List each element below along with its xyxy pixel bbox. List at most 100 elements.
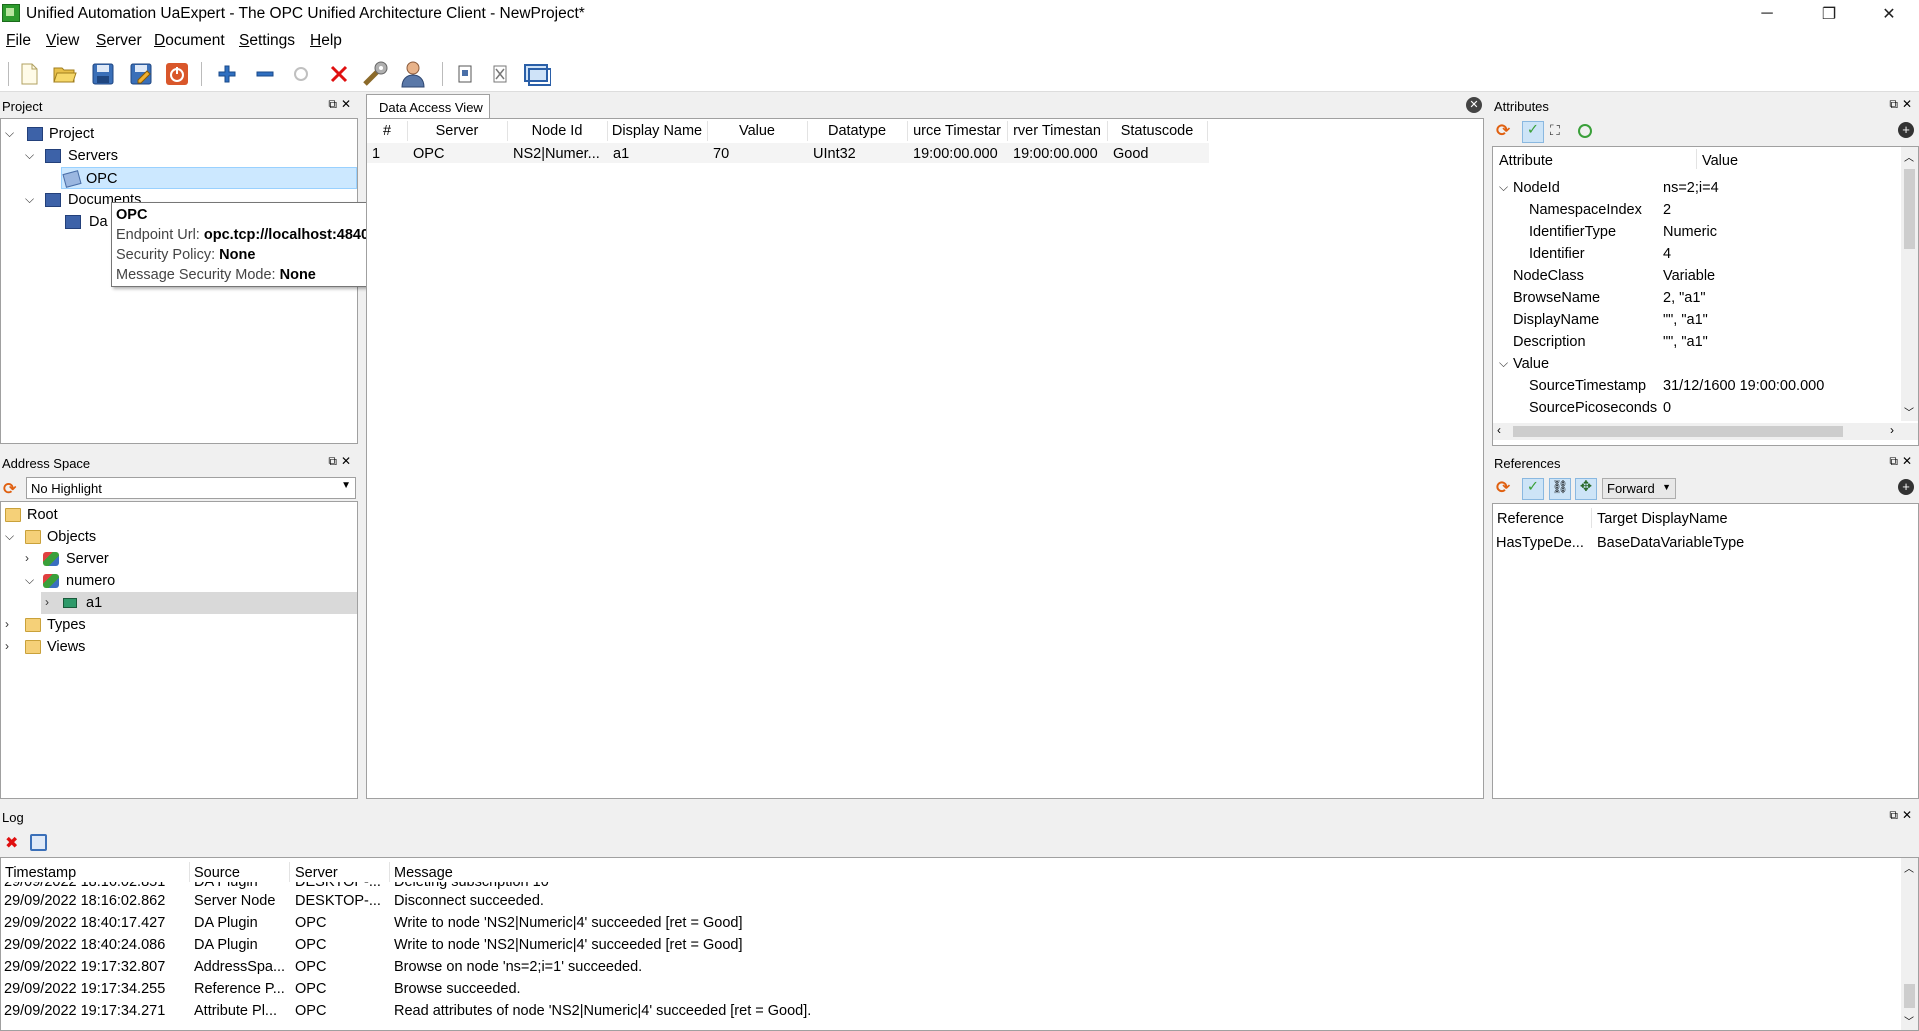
refresh-icon[interactable]: ⟳	[1496, 121, 1510, 141]
column-header[interactable]: Value	[1702, 153, 1738, 169]
remove-document-icon[interactable]	[486, 60, 514, 88]
chevron-down-icon[interactable]: ⌵	[25, 148, 34, 163]
chevron-down-icon[interactable]: ⌵	[25, 573, 34, 588]
attribute-row[interactable]: Identifier 4	[1493, 243, 1899, 265]
settings-icon[interactable]	[361, 60, 389, 88]
log-row[interactable]: 29/09/2022 18:40:24.086 DA Plugin OPC Write…	[1, 934, 1901, 956]
log-row[interactable]: 29/09/2022 19:17:34.271 Attribute Pl... OP…	[1, 1000, 1901, 1022]
disconnect-icon[interactable]	[325, 60, 353, 88]
new-project-icon[interactable]	[15, 60, 43, 88]
float-icon[interactable]: ⧉	[1889, 454, 1902, 468]
minimize-button[interactable]: ─	[1738, 0, 1796, 28]
tree-item-a1[interactable]: › a1	[41, 592, 357, 614]
log-row[interactable]: 29/09/2022 18:40:17.427 DA Plugin OPC Write…	[1, 912, 1901, 934]
refresh-icon[interactable]: ⟳	[3, 479, 16, 499]
scroll-down-icon[interactable]: ﹀	[1904, 1013, 1914, 1028]
tab-data-access-view[interactable]: Data Access View	[366, 94, 490, 118]
scroll-up-icon[interactable]: ︿	[1904, 860, 1914, 875]
add-server-icon[interactable]	[213, 60, 241, 88]
column-header[interactable]: Statuscode	[1107, 123, 1207, 139]
table-row[interactable]: HasTypeDe... BaseDataVariableType	[1493, 532, 1918, 554]
close-document-icon[interactable]: ✕	[1466, 97, 1482, 113]
scroll-down-icon[interactable]: ﹀	[1904, 404, 1914, 419]
chevron-right-icon[interactable]: ›	[25, 551, 29, 565]
horizontal-scrollbar[interactable]: ‹ ›	[1493, 423, 1918, 440]
auto-update-icon[interactable]: ✓	[1522, 478, 1544, 500]
browse-icon[interactable]: ✥	[1575, 478, 1597, 500]
save-log-icon[interactable]	[30, 834, 47, 851]
chevron-right-icon[interactable]: ›	[5, 639, 9, 653]
menu-document[interactable]: Document	[154, 32, 225, 50]
attribute-row[interactable]: DisplayName "", "a1"	[1493, 309, 1899, 331]
remove-server-icon[interactable]	[251, 60, 279, 88]
tree-item-types[interactable]: › Types	[1, 614, 357, 636]
float-icon[interactable]: ⧉	[328, 454, 341, 468]
refresh-icon[interactable]: ⟳	[1496, 478, 1510, 498]
chevron-down-icon[interactable]: ⌵	[5, 529, 14, 544]
menu-view[interactable]: View	[46, 32, 79, 50]
menu-help[interactable]: Help	[310, 32, 342, 50]
target-icon[interactable]	[1578, 124, 1592, 138]
attribute-row[interactable]: IdentifierType Numeric	[1493, 221, 1899, 243]
scroll-up-icon[interactable]: ︿	[1904, 149, 1914, 164]
hierarchy-icon[interactable]: ⛓	[1549, 478, 1571, 500]
chevron-right-icon[interactable]: ›	[45, 595, 49, 609]
scroll-left-icon[interactable]: ‹	[1497, 423, 1501, 437]
close-icon[interactable]: ✕	[1902, 808, 1916, 822]
window-icon[interactable]	[523, 60, 551, 88]
add-icon[interactable]: +	[1898, 122, 1914, 138]
attribute-row[interactable]: NamespaceIndex 2	[1493, 199, 1899, 221]
menu-settings[interactable]: Settings	[239, 32, 295, 50]
tree-item-server[interactable]: › Server	[1, 548, 357, 570]
float-icon[interactable]: ⧉	[1889, 808, 1902, 822]
attribute-row[interactable]: Description "", "a1"	[1493, 331, 1899, 353]
clear-log-icon[interactable]: ✖	[5, 833, 18, 853]
menu-file[interactable]: File	[6, 32, 31, 50]
tree-item-project[interactable]: ⌵ Project	[1, 123, 357, 145]
add-icon[interactable]: +	[1898, 479, 1914, 495]
user-icon[interactable]	[399, 60, 427, 88]
exit-icon[interactable]	[163, 60, 191, 88]
vertical-scrollbar[interactable]: ︿ ﹀	[1901, 858, 1918, 1030]
scroll-thumb[interactable]	[1513, 426, 1843, 437]
column-header[interactable]: Value	[707, 123, 807, 139]
scroll-thumb[interactable]	[1904, 169, 1915, 249]
close-icon[interactable]: ✕	[1902, 97, 1916, 111]
log-row[interactable]: 29/09/2022 19:17:34.255 Reference P... OPC…	[1, 978, 1901, 1000]
column-header[interactable]: Message	[394, 865, 453, 881]
column-header[interactable]: Target DisplayName	[1597, 511, 1728, 527]
float-icon[interactable]: ⧉	[1889, 97, 1902, 111]
close-icon[interactable]: ✕	[341, 97, 355, 111]
column-header[interactable]: Timestamp	[5, 865, 76, 881]
close-icon[interactable]: ✕	[341, 454, 355, 468]
tree-item-servers[interactable]: ⌵ Servers	[1, 145, 357, 167]
chevron-right-icon[interactable]: ›	[5, 617, 9, 631]
attribute-row[interactable]: SourceTimestamp 31/12/1600 19:00:00.000	[1493, 375, 1899, 397]
column-header[interactable]: urce Timestar	[907, 123, 1007, 139]
scroll-right-icon[interactable]: ›	[1890, 423, 1894, 437]
column-header[interactable]: Node Id	[507, 123, 607, 139]
tree-item-numero[interactable]: ⌵ numero	[1, 570, 357, 592]
column-header[interactable]: rver Timestan	[1007, 123, 1107, 139]
attribute-row[interactable]: ⌵ Value	[1493, 353, 1899, 375]
vertical-scrollbar[interactable]: ︿ ﹀	[1901, 147, 1918, 421]
open-project-icon[interactable]	[51, 60, 79, 88]
column-header[interactable]: Source	[194, 865, 240, 881]
attribute-row[interactable]: NodeClass Variable	[1493, 265, 1899, 287]
column-header[interactable]: Display Name	[607, 123, 707, 139]
tree-item-views[interactable]: › Views	[1, 636, 357, 658]
attribute-row[interactable]: ⌵ NodeId ns=2;i=4	[1493, 177, 1899, 199]
tree-item-root[interactable]: Root	[1, 504, 357, 526]
column-header[interactable]: Server	[295, 865, 338, 881]
column-header[interactable]: Reference	[1497, 511, 1564, 527]
column-header[interactable]: #	[367, 123, 407, 139]
column-header[interactable]: Server	[407, 123, 507, 139]
chevron-down-icon[interactable]: ⌵	[25, 192, 34, 207]
attribute-row[interactable]: BrowseName 2, "a1"	[1493, 287, 1899, 309]
chevron-down-icon[interactable]: ⌵	[1499, 356, 1508, 371]
scroll-thumb[interactable]	[1904, 984, 1915, 1008]
close-window-button[interactable]: ✕	[1860, 0, 1918, 28]
log-row[interactable]: 29/09/2022 18:16:02.862 Server Node DESKTO…	[1, 890, 1901, 912]
attribute-row[interactable]: SourcePicoseconds 0	[1493, 397, 1899, 419]
tree-view-icon[interactable]: ⛶	[1550, 122, 1560, 139]
